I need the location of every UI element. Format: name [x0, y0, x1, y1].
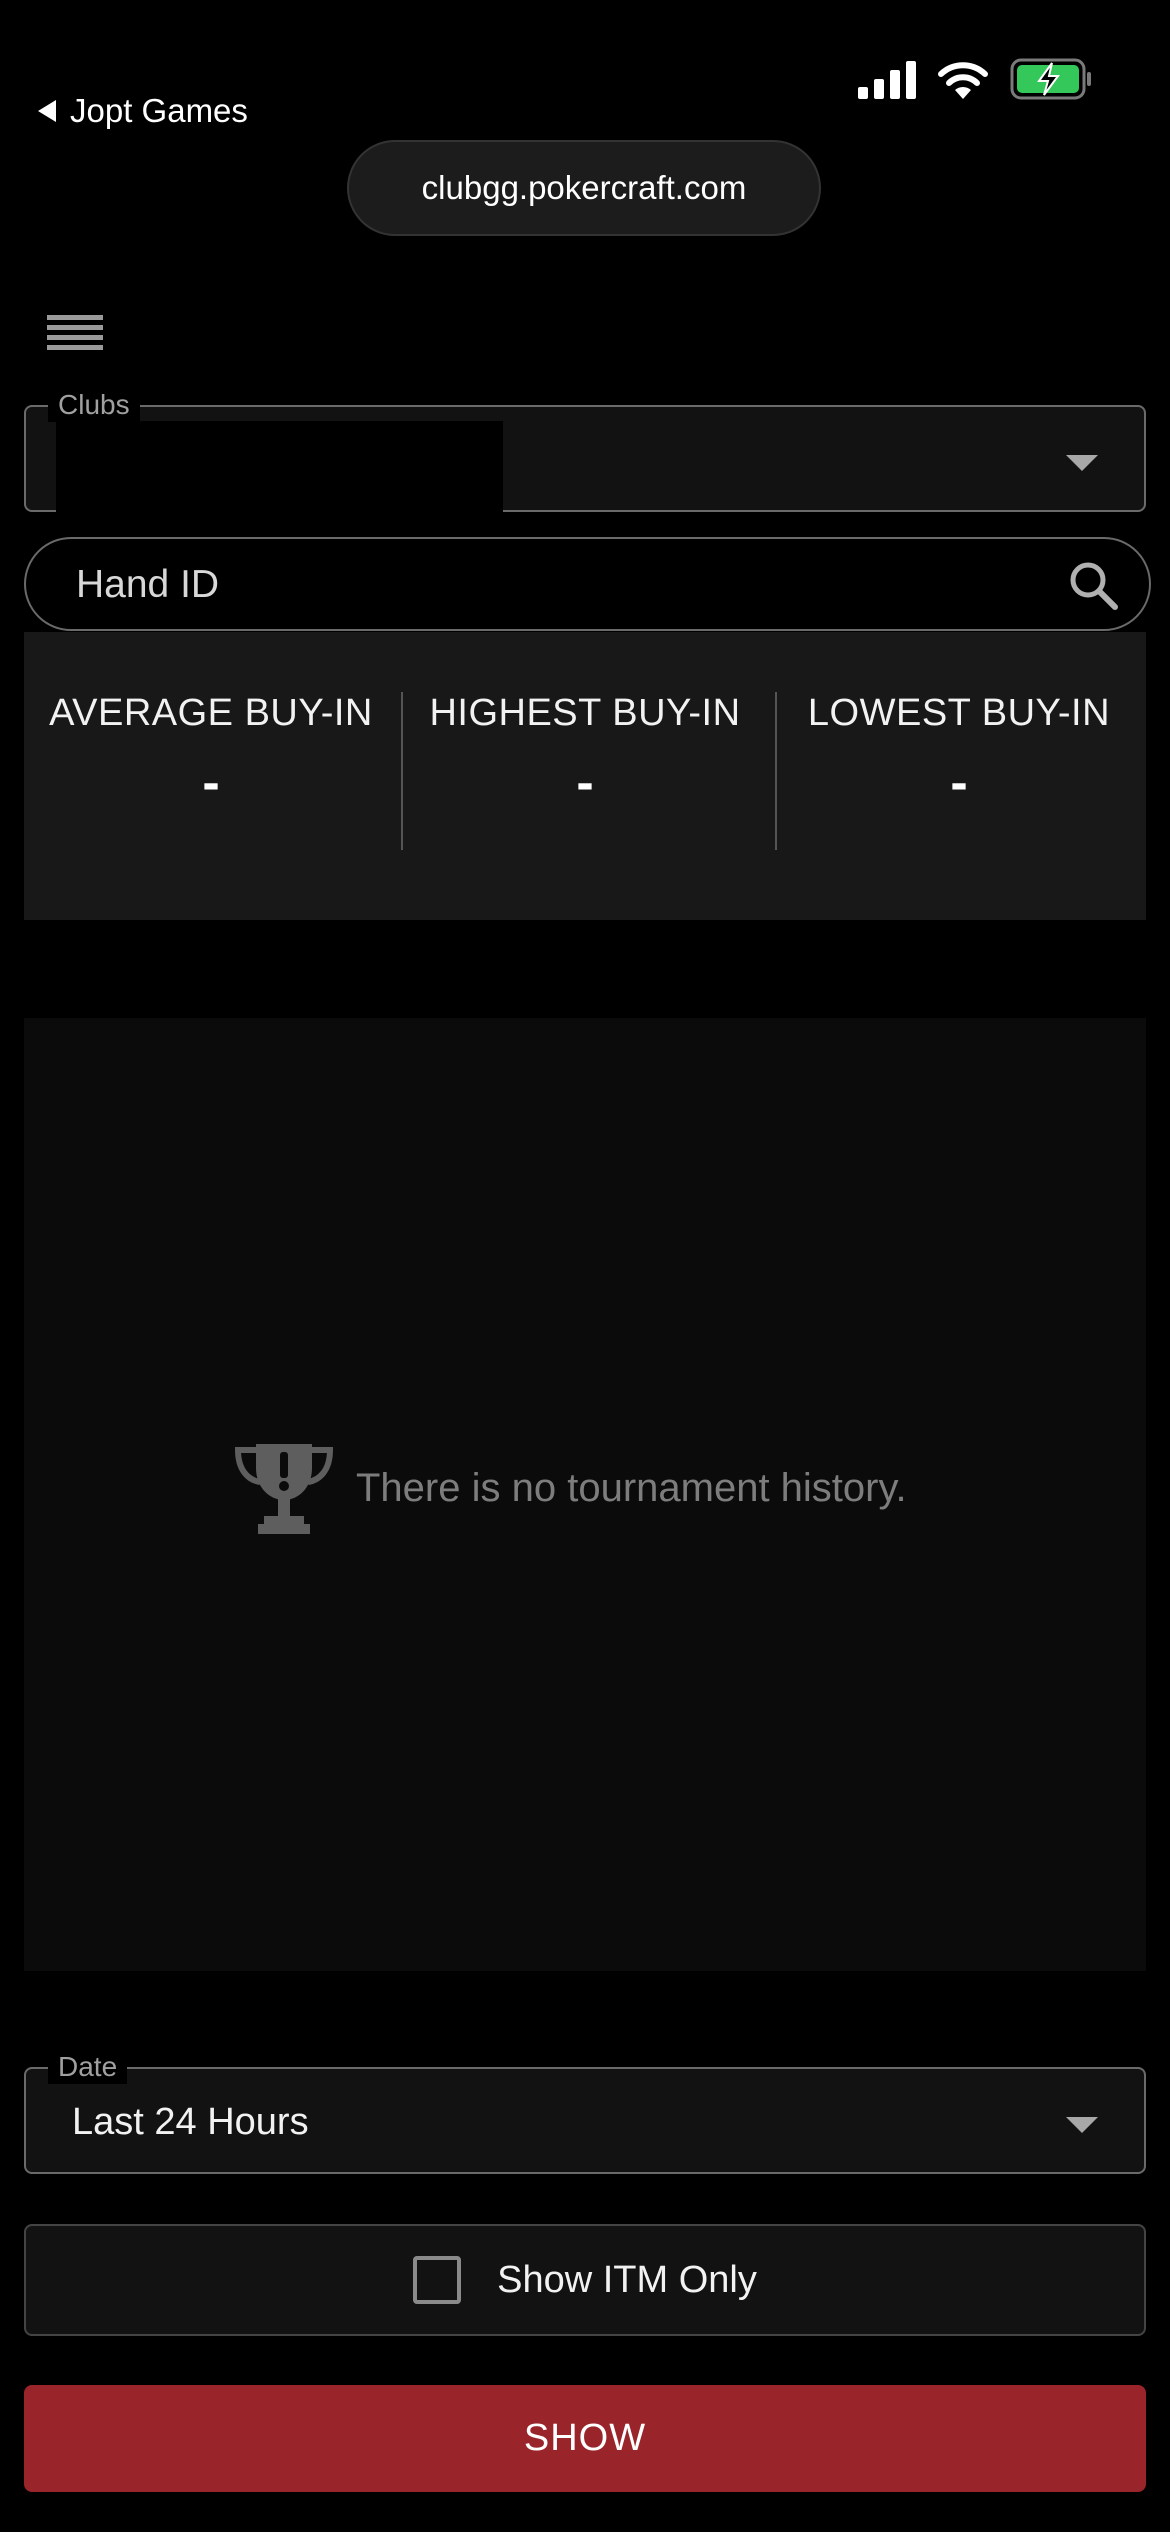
hand-id-search — [24, 537, 1151, 631]
stat-label: LOWEST BUY-IN — [807, 692, 1111, 734]
show-itm-only-toggle[interactable]: Show ITM Only — [24, 2224, 1146, 2336]
tournament-history-panel: There is no tournament history. — [24, 1018, 1146, 1971]
stat-lowest-buy-in: LOWEST BUY-IN - — [772, 692, 1146, 813]
url-bar[interactable]: clubgg.pokercraft.com — [347, 140, 821, 236]
stat-value: - — [950, 754, 968, 812]
itm-checkbox[interactable] — [413, 2256, 462, 2304]
hamburger-menu-icon[interactable] — [47, 315, 103, 361]
stat-label: HIGHEST BUY-IN — [429, 692, 741, 734]
battery-charging-icon — [1010, 58, 1091, 100]
redacted-club-name — [56, 421, 503, 514]
wifi-icon — [938, 62, 988, 99]
stat-value: - — [576, 754, 594, 812]
empty-message: There is no tournament history. — [356, 1465, 907, 1510]
buy-in-stats: AVERAGE BUY-IN - HIGHEST BUY-IN - LOWEST… — [24, 632, 1146, 920]
itm-label: Show ITM Only — [497, 2258, 757, 2301]
date-value: Last 24 Hours — [72, 2101, 309, 2143]
chevron-down-icon — [1066, 455, 1098, 471]
stat-value: - — [202, 754, 220, 812]
date-label: Date — [48, 2050, 128, 2084]
cellular-signal-icon — [858, 61, 916, 99]
clubs-label: Clubs — [48, 388, 140, 422]
stat-label: AVERAGE BUY-IN — [49, 692, 373, 734]
hand-id-input[interactable] — [74, 539, 978, 631]
trophy-icon — [234, 1444, 334, 1534]
stat-average-buy-in: AVERAGE BUY-IN - — [24, 692, 398, 813]
clubs-select[interactable]: Clubs — [24, 388, 1146, 514]
empty-state: There is no tournament history. — [234, 1438, 907, 1538]
back-app-label: Jopt Games — [70, 92, 248, 129]
back-to-app-link[interactable]: Jopt Games — [38, 92, 248, 130]
url-text: clubgg.pokercraft.com — [421, 169, 747, 206]
date-select[interactable]: Date Last 24 Hours — [24, 2050, 1146, 2174]
stat-highest-buy-in: HIGHEST BUY-IN - — [398, 692, 772, 813]
back-triangle-icon — [38, 100, 56, 122]
search-icon[interactable] — [1067, 559, 1119, 611]
status-icons — [858, 58, 1092, 100]
page: Jopt Games clubgg.pokercraft.com Clubs H… — [0, 0, 1170, 2532]
chevron-down-icon — [1066, 2117, 1098, 2133]
show-button[interactable]: SHOW — [24, 2385, 1146, 2492]
